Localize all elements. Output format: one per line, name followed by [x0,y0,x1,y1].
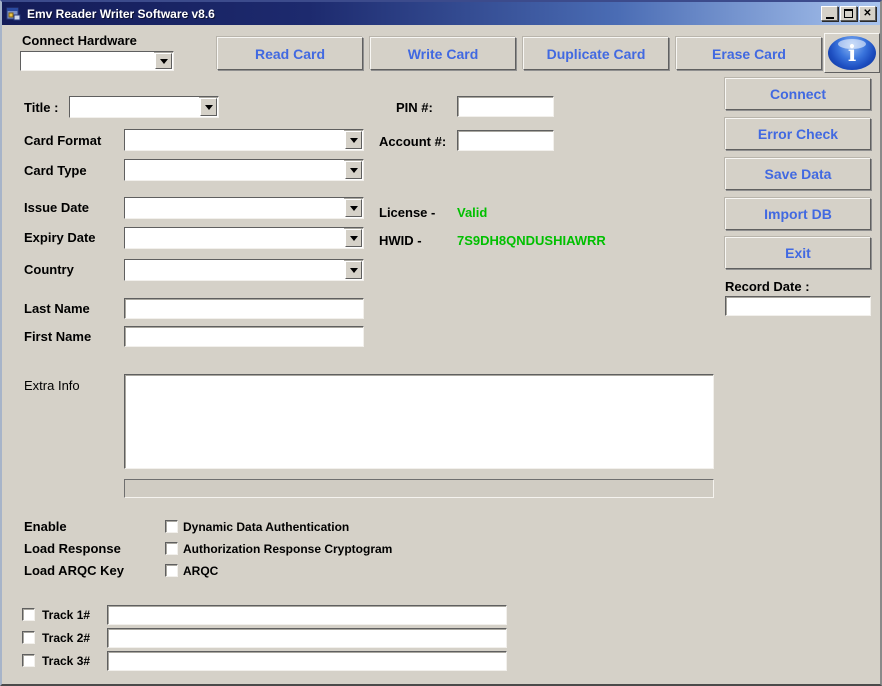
first-name-label: First Name [24,329,92,344]
authorization-response-cryptogram-checkbox[interactable] [165,542,178,555]
minimize-button[interactable] [821,6,838,21]
country-label: Country [24,262,74,277]
track1-checkbox[interactable] [22,608,35,621]
maximize-button[interactable] [840,6,857,21]
hwid-label: HWID - [379,233,422,248]
arqc-checkbox[interactable] [165,564,178,577]
title-value [70,97,199,117]
connect-hardware-select[interactable] [20,51,174,71]
record-date-label: Record Date : [725,279,810,294]
dropdown-arrow-icon[interactable] [200,98,217,116]
dropdown-arrow-icon[interactable] [345,131,362,149]
record-date-input[interactable] [725,296,871,316]
last-name-label: Last Name [24,301,90,316]
pin-label: PIN #: [396,100,433,115]
dynamic-data-authentication-checkbox[interactable] [165,520,178,533]
load-response-caption: Load Response [24,541,121,556]
connect-button[interactable]: Connect [725,78,871,110]
erase-card-button[interactable]: Erase Card [676,37,822,70]
card-format-select[interactable] [124,129,364,151]
exit-button[interactable]: Exit [725,237,871,269]
close-icon: ✕ [863,7,872,19]
dropdown-arrow-icon[interactable] [345,261,362,279]
track2-input[interactable] [107,628,507,648]
hwid-value: 7S9DH8QNDUSHIAWRR [457,233,606,248]
app-window: Emv Reader Writer Software v8.6 ✕ Connec… [0,0,882,686]
expiry-date-select[interactable] [124,227,364,249]
enable-caption: Enable [24,519,67,534]
save-data-button[interactable]: Save Data [725,158,871,190]
pin-input[interactable] [457,96,554,117]
country-value [125,260,344,280]
progress-bar [124,479,714,498]
account-label: Account #: [379,134,447,149]
error-check-button[interactable]: Error Check [725,118,871,150]
info-button[interactable]: i [824,33,880,73]
extra-info-label: Extra Info [24,378,80,393]
dropdown-arrow-icon[interactable] [345,161,362,179]
track3-input[interactable] [107,651,507,671]
app-icon [6,6,22,22]
track1-input[interactable] [107,605,507,625]
info-icon: i [828,36,876,70]
license-status-value: Valid [457,205,488,220]
card-format-label: Card Format [24,133,102,148]
duplicate-card-button[interactable]: Duplicate Card [523,37,669,70]
connect-hardware-value [21,52,154,70]
dropdown-arrow-icon[interactable] [155,53,172,69]
license-label: License - [379,205,436,220]
issue-date-select[interactable] [124,197,364,219]
close-button[interactable]: ✕ [859,6,876,21]
account-input[interactable] [457,130,554,151]
title-bar: Emv Reader Writer Software v8.6 ✕ [2,2,880,25]
title-select[interactable] [69,96,219,118]
read-card-button[interactable]: Read Card [217,37,363,70]
window-title: Emv Reader Writer Software v8.6 [27,6,215,21]
import-db-button[interactable]: Import DB [725,198,871,230]
track3-label: Track 3# [42,654,91,668]
load-arqc-key-caption: Load ARQC Key [24,563,124,578]
card-type-select[interactable] [124,159,364,181]
maximize-icon [844,9,853,18]
connect-hardware-label: Connect Hardware [22,33,137,48]
write-card-button[interactable]: Write Card [370,37,516,70]
card-type-label: Card Type [24,163,87,178]
first-name-input[interactable] [124,326,364,347]
expiry-date-value [125,228,344,248]
track1-label: Track 1# [42,608,91,622]
issue-date-label: Issue Date [24,200,90,215]
extra-info-textarea[interactable] [124,374,714,469]
track3-checkbox[interactable] [22,654,35,667]
expiry-date-label: Expiry Date [24,230,96,245]
card-format-value [125,130,344,150]
last-name-input[interactable] [124,298,364,319]
dropdown-arrow-icon[interactable] [345,199,362,217]
title-label: Title : [24,100,59,115]
country-select[interactable] [124,259,364,281]
authorization-response-cryptogram-label: Authorization Response Cryptogram [183,542,393,556]
minimize-icon [825,16,834,19]
card-type-value [125,160,344,180]
dropdown-arrow-icon[interactable] [345,229,362,247]
arqc-label: ARQC [183,564,219,578]
dynamic-data-authentication-label: Dynamic Data Authentication [183,520,350,534]
issue-date-value [125,198,344,218]
track2-checkbox[interactable] [22,631,35,644]
track2-label: Track 2# [42,631,91,645]
